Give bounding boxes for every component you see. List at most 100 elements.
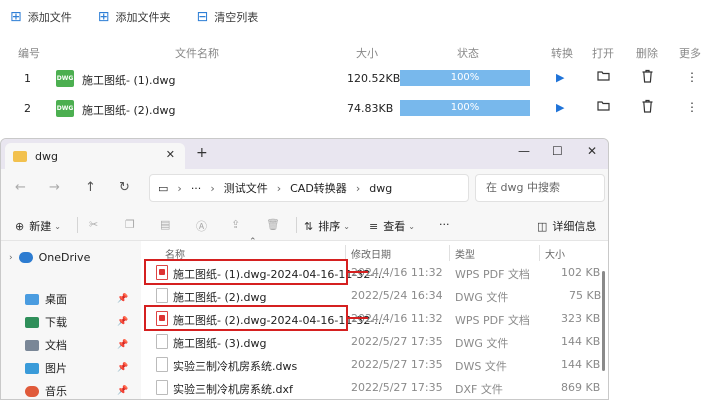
music-icon: [25, 385, 39, 397]
minimize-icon[interactable]: —: [518, 144, 530, 158]
chevron-right-icon: ›: [9, 252, 13, 263]
file-date: 2022/5/27 17:35: [351, 381, 443, 394]
delete-icon[interactable]: 🗑: [266, 218, 280, 231]
explorer-tab[interactable]: dwg ✕: [5, 143, 185, 169]
col-num: 编号: [18, 47, 40, 60]
column-size[interactable]: 大小: [545, 246, 565, 261]
share-icon[interactable]: ⇪: [231, 218, 240, 231]
path-chevron-icon: ›: [276, 181, 282, 195]
add-folder-button[interactable]: ⊞ 添加文件夹: [98, 9, 171, 25]
path-ellipsis[interactable]: ···: [191, 182, 202, 195]
copy-icon[interactable]: ❐: [125, 218, 135, 231]
chevron-down-icon: ⌄: [408, 221, 415, 231]
sidebar-item-desktop[interactable]: 桌面 📌: [25, 291, 128, 307]
pin-icon[interactable]: 📌: [117, 386, 128, 396]
progress-bar: 100%: [400, 70, 530, 86]
details-label: 详细信息: [552, 220, 597, 233]
table-row[interactable]: 2 DWG 施工图纸- (2).dwg 74.83KB 100% ▶ ⋮: [0, 94, 712, 124]
column-type[interactable]: 类型: [455, 246, 475, 261]
chevron-down-icon: ⌄: [343, 221, 350, 231]
sidebar-item-pictures[interactable]: 图片 📌: [25, 360, 128, 376]
trash-icon[interactable]: [641, 69, 654, 86]
view-button[interactable]: ≡ 查看 ⌄: [369, 218, 415, 234]
list-item[interactable]: 实验三制冷机房系统.dws 2022/5/27 17:35 DWS 文件 144…: [141, 354, 608, 376]
cut-icon[interactable]: ✂: [89, 218, 98, 231]
maximize-icon[interactable]: ☐: [552, 144, 563, 158]
trash-icon[interactable]: [641, 99, 654, 116]
sort-button[interactable]: ⇅ 排序 ⌄: [304, 218, 350, 234]
highlight-arrow: [348, 317, 368, 319]
add-file-button[interactable]: ⊞ 添加文件: [10, 9, 72, 25]
file-name: 施工图纸- (2).dwg: [173, 291, 267, 304]
sidebar-item-label: 图片: [45, 362, 67, 375]
open-folder-icon[interactable]: [597, 99, 610, 115]
sort-icon: ⇅: [304, 219, 314, 233]
address-bar[interactable]: ▭ › ··· › 测试文件 › CAD转换器 › dwg: [149, 174, 469, 202]
file-size: 102 KB: [561, 266, 601, 279]
details-button[interactable]: ◫ 详细信息: [537, 218, 596, 234]
breadcrumb-item[interactable]: 测试文件: [224, 180, 268, 196]
cloud-icon: [18, 252, 33, 263]
back-icon[interactable]: ←: [15, 180, 26, 195]
path-chevron-icon: ›: [210, 181, 215, 195]
sidebar-item-label: 桌面: [45, 293, 67, 306]
clear-list-button[interactable]: ⊟ 清空列表: [196, 9, 258, 25]
list-item[interactable]: 施工图纸- (3).dwg 2022/5/27 17:35 DWG 文件 144…: [141, 331, 608, 353]
sidebar-item-downloads[interactable]: 下载 📌: [25, 314, 128, 330]
file-list: ⌃ 名称 修改日期 类型 大小 施工图纸- (1).dwg-2024-04-16…: [141, 237, 608, 399]
more-options-icon[interactable]: ···: [439, 218, 450, 231]
new-tab-icon[interactable]: +: [196, 145, 208, 161]
refresh-icon[interactable]: ↻: [119, 180, 130, 195]
scrollbar[interactable]: [602, 271, 605, 371]
col-status: 状态: [457, 47, 479, 60]
list-item[interactable]: 实验三制冷机房系统.dxf 2022/5/27 17:35 DXF 文件 869…: [141, 377, 608, 399]
file-table-header: 编号 文件名称 大小 状态 转换 打开 删除 更多: [0, 42, 712, 62]
pin-icon[interactable]: 📌: [117, 363, 128, 373]
play-icon[interactable]: ▶: [556, 71, 564, 84]
converter-app: ⊞ 添加文件 ⊞ 添加文件夹 ⊟ 清空列表 编号 文件名称 大小 状态 转换 打…: [0, 0, 712, 400]
file-type: WPS PDF 文档: [455, 314, 530, 327]
close-window-icon[interactable]: ✕: [587, 144, 597, 158]
add-folder-icon: ⊞: [97, 9, 110, 25]
table-row[interactable]: 1 DWG 施工图纸- (1).dwg 120.52KB 100% ▶ ⋮: [0, 64, 712, 94]
search-input[interactable]: 在 dwg 中搜索: [475, 174, 605, 202]
file-name: 实验三制冷机房系统.dws: [173, 360, 298, 373]
navigation-pane: › OneDrive 桌面 📌 下载 📌 文档 📌 图片 📌 音乐 📌: [1, 241, 141, 399]
file-size: 144 KB: [561, 358, 601, 371]
new-button[interactable]: ⊕ 新建 ⌄: [15, 218, 61, 234]
divider: [539, 245, 540, 261]
row-number: 2: [24, 102, 31, 115]
pin-icon[interactable]: 📌: [117, 340, 128, 350]
dwg-file-icon: DWG: [56, 70, 74, 87]
clear-list-icon: ⊟: [196, 9, 209, 25]
pin-icon[interactable]: 📌: [117, 317, 128, 327]
open-folder-icon[interactable]: [597, 69, 610, 85]
sidebar-item-documents[interactable]: 文档 📌: [25, 337, 128, 353]
column-date[interactable]: 修改日期: [351, 246, 391, 261]
sidebar-item-onedrive[interactable]: › OneDrive: [9, 251, 90, 264]
play-icon[interactable]: ▶: [556, 101, 564, 114]
breadcrumb-item[interactable]: CAD转换器: [290, 180, 347, 196]
breadcrumb-item[interactable]: dwg: [369, 182, 392, 195]
forward-icon[interactable]: →: [49, 180, 60, 195]
more-icon[interactable]: ⋮: [686, 100, 698, 114]
col-more: 更多: [679, 47, 701, 60]
more-icon[interactable]: ⋮: [686, 70, 698, 84]
list-item[interactable]: 施工图纸- (2).dwg 2022/5/24 16:34 DWG 文件 75 …: [141, 285, 608, 307]
details-pane-icon: ◫: [537, 219, 548, 233]
sidebar-item-music[interactable]: 音乐 📌: [25, 383, 128, 399]
paste-icon[interactable]: ▤: [160, 218, 170, 231]
close-tab-icon[interactable]: ✕: [166, 148, 175, 161]
up-icon[interactable]: ↑: [85, 180, 96, 195]
desktop-icon: [25, 293, 39, 305]
rename-icon[interactable]: Ⓐ: [196, 218, 207, 234]
file-type: DWG 文件: [455, 291, 509, 304]
pin-icon[interactable]: 📌: [117, 294, 128, 304]
dwg-file-icon: DWG: [56, 100, 74, 117]
pictures-icon: [25, 362, 39, 374]
highlight-box: [144, 259, 348, 285]
documents-icon: [25, 339, 39, 351]
divider: [449, 245, 450, 261]
file-size: 144 KB: [561, 335, 601, 348]
file-size: 75 KB: [569, 289, 602, 302]
